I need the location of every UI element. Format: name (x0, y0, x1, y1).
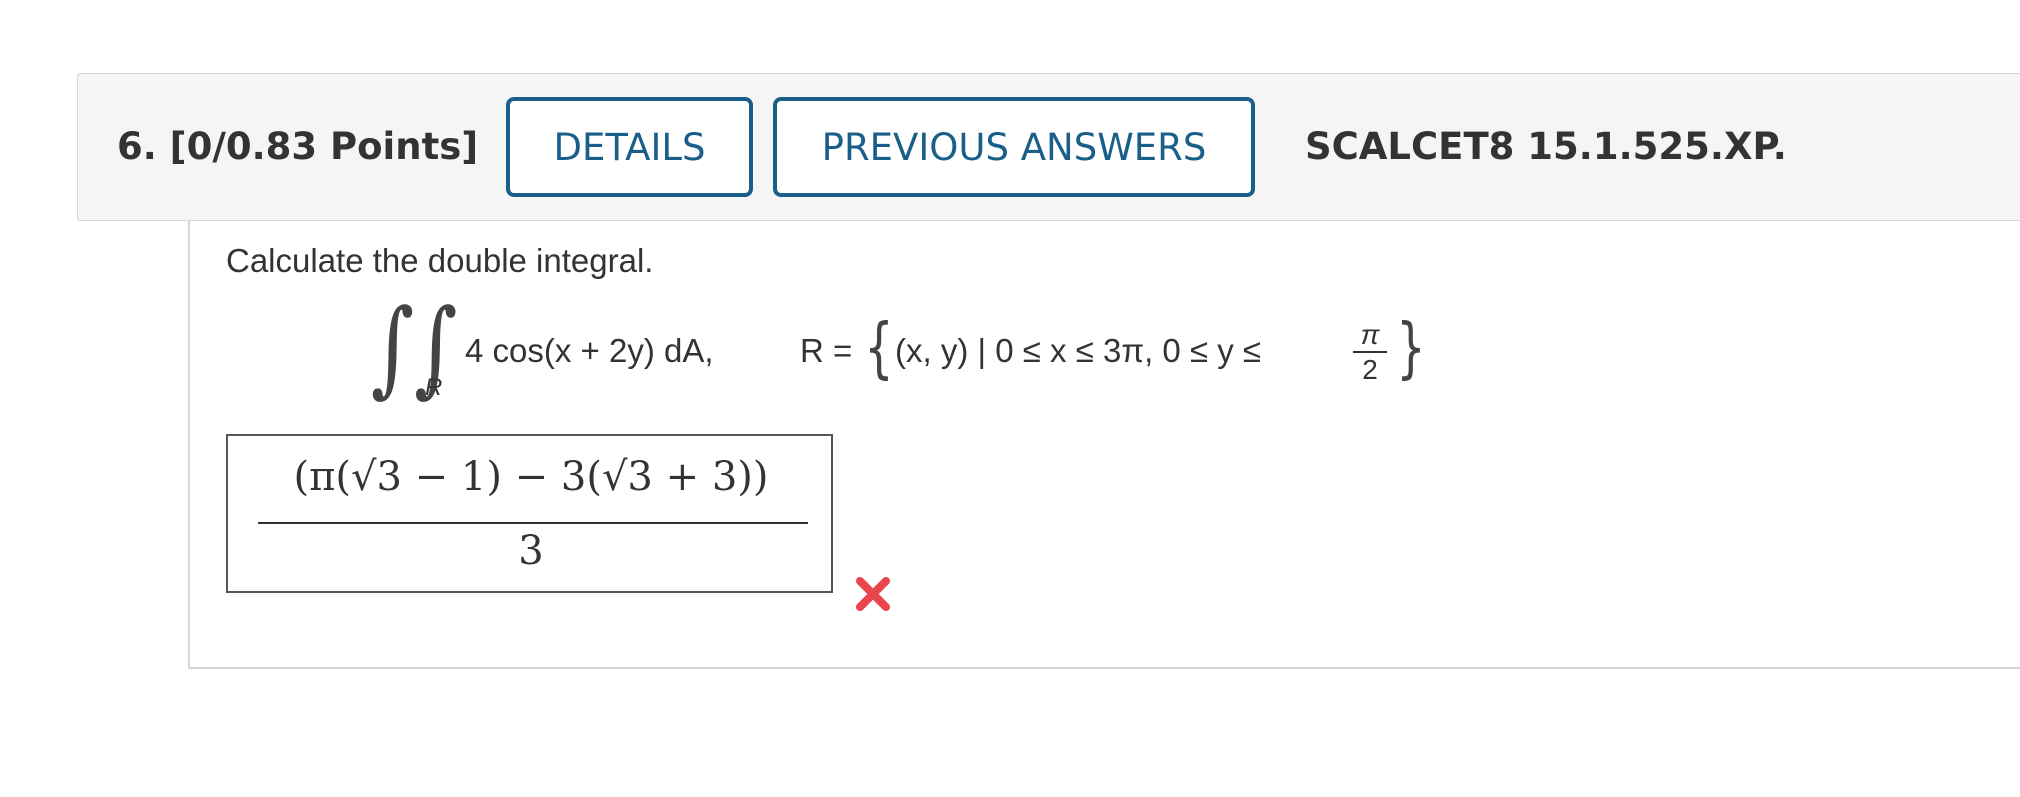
question-number-points: 6. [0/0.83 Points] (117, 125, 479, 168)
answer-numerator: (π(√3 − 1) − 3(√3 + 3)) (293, 454, 769, 500)
integral-expression: ∫∫ R 4 cos(x + 2y) dA, R = { (x, y) | 0 … (360, 292, 1426, 410)
region-subscript: R (425, 374, 443, 401)
details-button[interactable]: DETAILS (506, 97, 753, 197)
right-brace: } (1396, 309, 1426, 386)
fraction-denominator: 2 (1362, 354, 1378, 385)
fraction-bar (1353, 351, 1387, 353)
answer-display[interactable]: (π(√3 − 1) − 3(√3 + 3)) 3 (226, 434, 833, 593)
previous-answers-button[interactable]: PREVIOUS ANSWERS (773, 97, 1255, 197)
answer-denominator: 3 (518, 528, 544, 574)
answer-fraction-bar (258, 522, 808, 524)
wrong-x-icon (856, 577, 890, 611)
question-reference: SCALCET8 15.1.525.XP. (1305, 125, 1787, 168)
problem-prompt: Calculate the double integral. (226, 242, 654, 279)
double-integral-symbol: ∫∫ (370, 286, 458, 408)
pi-over-two-fraction: π 2 (1350, 320, 1390, 386)
fraction-numerator: π (1360, 319, 1380, 350)
region-set: (x, y) | 0 ≤ x ≤ 3π, 0 ≤ y ≤ (895, 332, 1262, 369)
left-brace: { (864, 309, 894, 386)
integrand: 4 cos(x + 2y) dA, (465, 332, 714, 369)
region-lhs: R = (800, 332, 853, 369)
